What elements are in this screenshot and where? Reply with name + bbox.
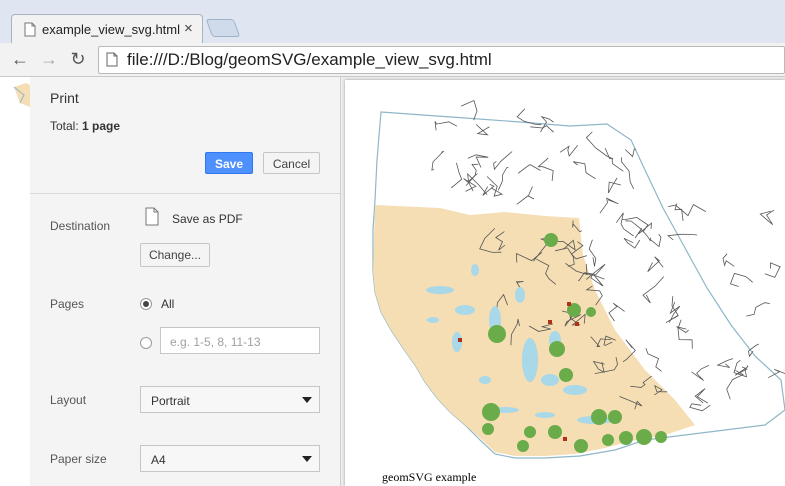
layout-value: Portrait bbox=[151, 394, 190, 408]
page-icon bbox=[24, 22, 36, 37]
change-destination-button[interactable]: Change... bbox=[140, 243, 210, 267]
paper-size-value: A4 bbox=[151, 453, 166, 467]
address-bar[interactable]: file:///D:/Blog/geomSVG/example_view_svg… bbox=[98, 46, 785, 74]
pages-all-radio[interactable] bbox=[140, 298, 152, 310]
lake-shape bbox=[522, 338, 538, 382]
lake-shape bbox=[479, 376, 491, 384]
paper-size-select[interactable]: A4 bbox=[140, 445, 320, 472]
boundary-line bbox=[668, 204, 707, 217]
site-circle bbox=[548, 425, 562, 439]
preview-page: geomSVG example bbox=[345, 80, 785, 486]
site-circle bbox=[544, 233, 558, 247]
page-map-fragment bbox=[13, 83, 30, 107]
site-circle bbox=[524, 426, 536, 438]
site-circle bbox=[517, 440, 529, 452]
boundary-line bbox=[460, 99, 478, 121]
total-pages: Total: 1 page bbox=[50, 119, 120, 133]
print-settings-panel: Print Total: 1 page Save Cancel Destinat… bbox=[30, 77, 341, 486]
lake-shape bbox=[426, 286, 454, 294]
total-label: Total: bbox=[50, 119, 79, 133]
pages-label: Pages bbox=[50, 297, 85, 311]
dropdown-arrow-icon bbox=[302, 456, 312, 462]
browser-toolbar: ← → ↻ file:///D:/Blog/geomSVG/example_vi… bbox=[0, 43, 785, 77]
site-marker bbox=[575, 322, 579, 326]
destination-value: Save as PDF bbox=[172, 212, 243, 226]
forward-arrow-icon[interactable]: → bbox=[38, 49, 60, 70]
pages-custom-input[interactable]: e.g. 1-5, 8, 11-13 bbox=[160, 327, 320, 354]
page-icon bbox=[106, 52, 118, 67]
lake-shape bbox=[515, 287, 525, 303]
tab-title: example_view_svg.html bbox=[42, 22, 181, 37]
dropdown-arrow-icon bbox=[302, 397, 312, 403]
site-marker bbox=[567, 302, 571, 306]
site-marker bbox=[548, 320, 552, 324]
site-marker bbox=[563, 437, 567, 441]
lake-shape bbox=[535, 412, 555, 418]
boundary-line bbox=[722, 253, 735, 267]
site-circle bbox=[586, 307, 596, 317]
browser-tab[interactable]: example_view_svg.html × bbox=[11, 14, 203, 44]
lake-shape bbox=[455, 305, 475, 315]
site-circle bbox=[602, 434, 614, 446]
boundary-line bbox=[729, 272, 753, 287]
close-tab-icon[interactable]: × bbox=[184, 20, 193, 37]
destination-label: Destination bbox=[50, 219, 111, 233]
site-marker bbox=[458, 338, 462, 342]
cancel-button[interactable]: Cancel bbox=[263, 152, 320, 174]
url-text: file:///D:/Blog/geomSVG/example_view_svg… bbox=[127, 50, 492, 69]
lake-shape bbox=[471, 264, 479, 276]
boundary-line bbox=[746, 302, 770, 317]
site-circle bbox=[559, 368, 573, 382]
site-circle bbox=[655, 431, 667, 443]
site-circle bbox=[608, 410, 622, 424]
site-circle bbox=[488, 325, 506, 343]
site-circle bbox=[636, 429, 652, 445]
lake-shape bbox=[541, 374, 559, 386]
lake-shape bbox=[427, 317, 439, 323]
back-arrow-icon[interactable]: ← bbox=[9, 49, 31, 70]
pages-all-label: All bbox=[161, 297, 175, 311]
layout-select[interactable]: Portrait bbox=[140, 386, 320, 413]
save-button[interactable]: Save bbox=[205, 152, 253, 174]
site-circle bbox=[482, 423, 494, 435]
layout-label: Layout bbox=[50, 393, 87, 407]
lake-shape bbox=[563, 385, 587, 395]
divider bbox=[30, 193, 340, 194]
figure-caption: geomSVG example bbox=[382, 470, 477, 484]
reload-icon[interactable]: ↻ bbox=[67, 49, 89, 70]
boundary-line bbox=[764, 262, 781, 278]
print-heading: Print bbox=[50, 90, 79, 106]
paper-size-label: Paper size bbox=[50, 452, 107, 466]
print-preview: geomSVG example bbox=[341, 77, 785, 486]
underlying-page bbox=[0, 77, 30, 486]
pages-custom-radio[interactable] bbox=[140, 337, 152, 349]
boundary-line bbox=[759, 209, 775, 226]
document-icon bbox=[145, 207, 159, 226]
site-circle bbox=[591, 409, 607, 425]
site-circle bbox=[549, 341, 565, 357]
site-circle bbox=[482, 403, 500, 421]
total-value: 1 page bbox=[82, 119, 121, 133]
map-figure bbox=[372, 99, 785, 459]
tab-strip: example_view_svg.html × bbox=[0, 0, 785, 44]
site-circle bbox=[619, 431, 633, 445]
site-circle bbox=[574, 439, 588, 453]
new-tab-button[interactable] bbox=[205, 19, 241, 37]
